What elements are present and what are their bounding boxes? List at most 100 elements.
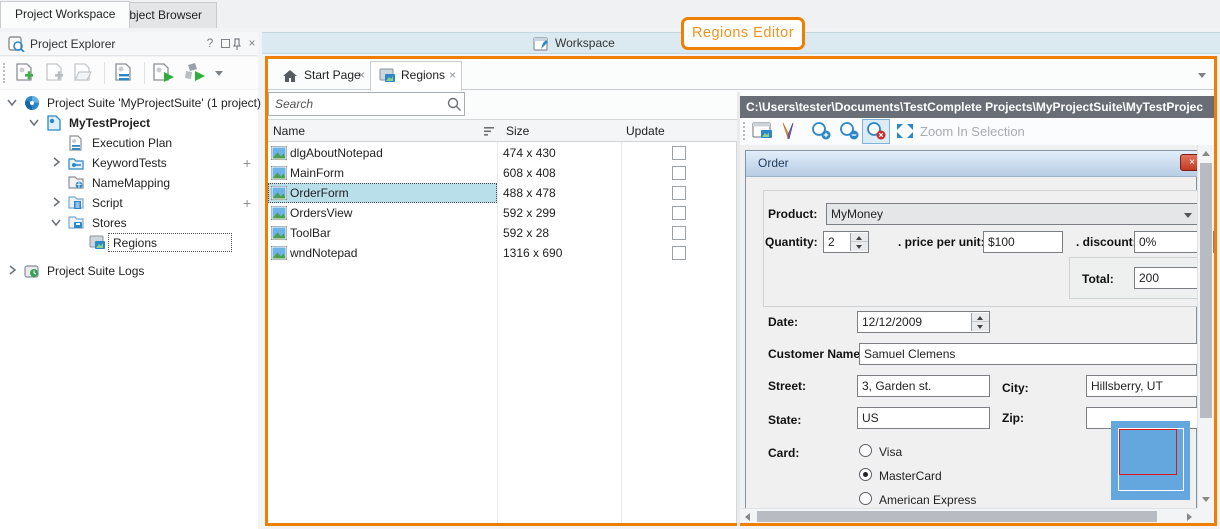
project-explorer-icon xyxy=(8,36,25,52)
image-icon xyxy=(271,246,287,260)
scroll-right-arrow[interactable] xyxy=(1187,513,1192,521)
tab-label: Regions xyxy=(401,68,445,82)
edit-pencils-icon[interactable] xyxy=(780,121,798,141)
toolbar-grip[interactable] xyxy=(3,63,6,83)
table-row[interactable]: ToolBar 592 x 28 xyxy=(268,223,737,243)
fit-to-window-icon[interactable] xyxy=(895,122,915,140)
add-child-button[interactable]: + xyxy=(243,193,251,213)
update-checkbox[interactable] xyxy=(672,186,686,200)
tree-item-project-suite-logs[interactable]: Project Suite Logs xyxy=(0,261,258,281)
regions-table: Name Size Update dlgAboutNotepad 474 x 4… xyxy=(268,119,737,523)
tab-list-dropdown-arrow[interactable] xyxy=(1198,73,1206,78)
table-row[interactable]: OrdersView 592 x 299 xyxy=(268,203,737,223)
tree-item-mytestproject[interactable]: MyTestProject xyxy=(0,113,258,133)
region-size: 592 x 28 xyxy=(503,226,549,240)
capture-image-button[interactable] xyxy=(752,122,774,140)
help-button[interactable]: ? xyxy=(203,36,217,51)
name-mapping-icon xyxy=(68,175,84,190)
sort-ascending-icon[interactable] xyxy=(484,127,495,136)
scroll-down-arrow[interactable] xyxy=(1202,497,1210,502)
tree-label: KeywordTests xyxy=(92,153,167,173)
chevron-right-icon[interactable] xyxy=(7,265,17,275)
tree-item-execution-plan[interactable]: Execution Plan xyxy=(0,133,258,153)
horizontal-scrollbar[interactable] xyxy=(740,508,1197,523)
add-project-button[interactable] xyxy=(13,62,37,84)
tree-item-namemapping[interactable]: NameMapping xyxy=(0,173,258,193)
zoom-out-button[interactable] xyxy=(838,121,860,141)
quantity-label: Quantity: xyxy=(765,235,818,249)
column-header-size[interactable]: Size xyxy=(506,124,529,138)
price-field: $100 xyxy=(983,231,1063,253)
search-input[interactable]: Search xyxy=(268,92,465,116)
tree-item-stores[interactable]: Stores xyxy=(0,213,258,233)
customer-name-value: Samuel Clemens xyxy=(864,347,955,361)
organize-tests-button[interactable] xyxy=(112,62,136,84)
city-value: Hillsberry, UT xyxy=(1091,379,1163,393)
chevron-right-icon[interactable] xyxy=(51,157,61,167)
tab-project-workspace[interactable]: Project Workspace xyxy=(0,1,130,28)
update-checkbox[interactable] xyxy=(672,146,686,160)
callout-text: Regions Editor xyxy=(692,25,794,41)
run-dropdown-arrow[interactable] xyxy=(215,71,223,76)
update-checkbox[interactable] xyxy=(672,166,686,180)
horizontal-scroll-thumb[interactable] xyxy=(757,511,1157,522)
project-explorer-header: Project Explorer ? × xyxy=(0,32,258,56)
tab-label: Start Page xyxy=(304,68,361,82)
city-field: Hillsberry, UT xyxy=(1086,375,1198,397)
tab-start-page[interactable]: Start Page × xyxy=(272,62,370,90)
tree-item-regions[interactable]: Regions xyxy=(0,233,258,253)
toolbar-grip[interactable] xyxy=(743,122,746,140)
table-row[interactable]: wndNotepad 1316 x 690 xyxy=(268,243,737,263)
tree-item-project-suite[interactable]: Project Suite 'MyProjectSuite' (1 projec… xyxy=(0,93,258,113)
add-child-button[interactable]: + xyxy=(243,153,251,173)
search-placeholder: Search xyxy=(275,97,313,111)
scroll-up-arrow[interactable] xyxy=(1202,151,1210,156)
script-icon xyxy=(68,195,84,210)
total-label: Total: xyxy=(1082,272,1114,286)
zoom-reset-icon[interactable] xyxy=(865,121,887,141)
zoom-selection-overlay[interactable] xyxy=(1111,421,1190,500)
close-tab-icon[interactable]: × xyxy=(358,68,365,82)
quantity-spinner: 2 xyxy=(823,231,869,253)
vertical-scroll-thumb[interactable] xyxy=(1200,163,1212,418)
customer-name-field: Samuel Clemens xyxy=(859,343,1198,365)
update-checkbox[interactable] xyxy=(672,246,686,260)
image-preview-canvas[interactable]: Order × Product: MyMoney Quantity: 2 . p… xyxy=(740,145,1214,523)
zoom-in-button[interactable] xyxy=(810,121,832,141)
product-label: Product: xyxy=(768,207,817,221)
street-value: 3, Garden st. xyxy=(862,379,931,393)
regions-editor-area: Start Page × Regions × Search Name Size … xyxy=(265,56,1217,526)
image-icon xyxy=(271,206,287,220)
table-row-selected[interactable]: OrderForm 488 x 478 xyxy=(268,183,737,203)
pin-button[interactable] xyxy=(232,36,246,51)
tree-item-keywordtests[interactable]: KeywordTests + xyxy=(0,153,258,173)
close-tab-icon[interactable]: × xyxy=(449,68,456,82)
open-item-button-disabled[interactable] xyxy=(71,62,95,84)
chevron-right-icon[interactable] xyxy=(51,197,61,207)
discount-value: 0% xyxy=(1139,235,1156,249)
close-button[interactable]: × xyxy=(245,36,259,51)
radio-mastercard-label: MasterCard xyxy=(879,469,942,483)
panel-title: Workspace xyxy=(555,36,615,50)
add-item-button-disabled[interactable] xyxy=(43,62,67,84)
maximize-button[interactable] xyxy=(218,36,232,51)
chevron-down-icon[interactable] xyxy=(7,97,17,107)
chevron-down-icon[interactable] xyxy=(29,117,39,127)
table-row[interactable]: dlgAboutNotepad 474 x 430 xyxy=(268,143,737,163)
scroll-left-arrow[interactable] xyxy=(745,513,750,521)
update-checkbox[interactable] xyxy=(672,206,686,220)
chevron-down-icon[interactable] xyxy=(51,217,61,227)
run-project-button[interactable] xyxy=(151,62,177,84)
update-checkbox[interactable] xyxy=(672,226,686,240)
scrollbar-corner xyxy=(1197,508,1214,523)
search-icon[interactable] xyxy=(447,97,462,112)
column-header-update[interactable]: Update xyxy=(626,124,665,138)
run-project-suite-button[interactable] xyxy=(183,62,209,84)
vertical-scrollbar[interactable] xyxy=(1197,145,1213,508)
tab-regions[interactable]: Regions × xyxy=(370,61,462,91)
table-row[interactable]: MainForm 608 x 408 xyxy=(268,163,737,183)
window-tab-strip: Project Workspace Object Browser xyxy=(0,0,1220,28)
tree-item-script[interactable]: Script + xyxy=(0,193,258,213)
column-header-name[interactable]: Name xyxy=(273,124,305,138)
region-name: OrdersView xyxy=(290,206,352,220)
